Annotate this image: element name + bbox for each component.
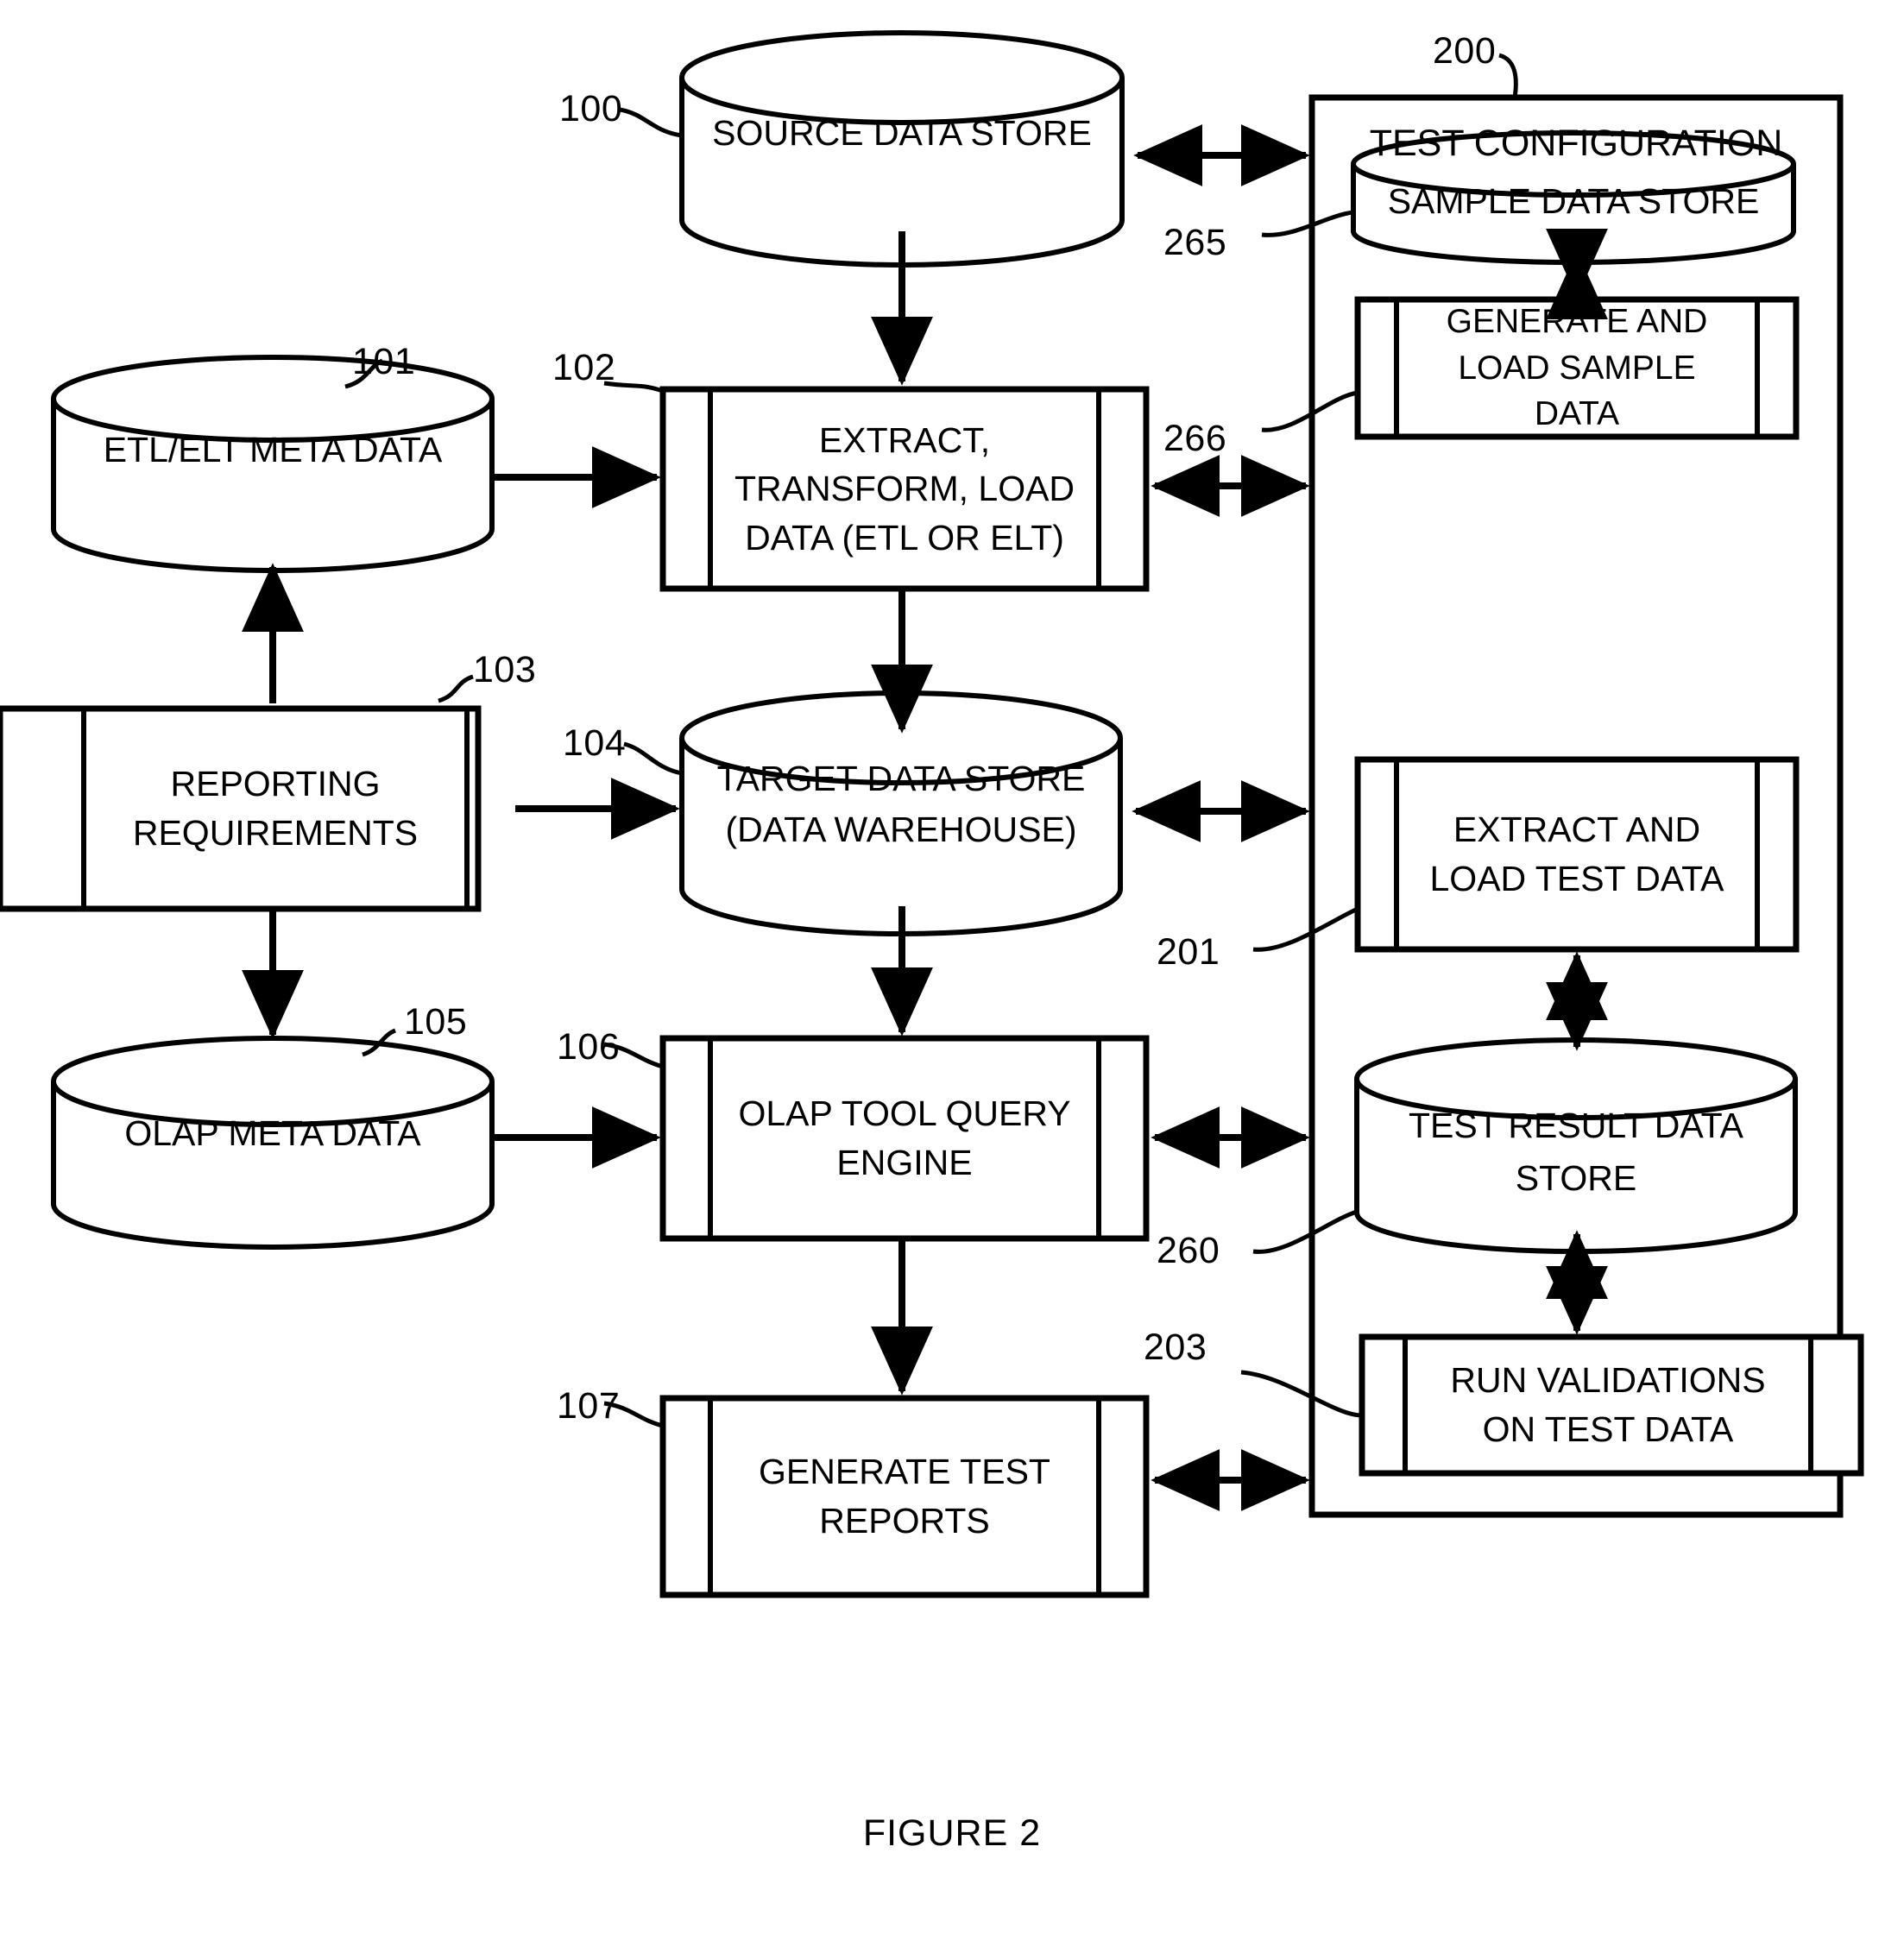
node-reporting-requirements	[0, 705, 482, 912]
label-olap-meta-data: OLAP META DATA	[124, 1113, 421, 1154]
ref-203: 203	[1144, 1327, 1207, 1368]
node-generate-load-sample-data	[1354, 296, 1800, 440]
figure-caption: FIGURE 2	[862, 1812, 1042, 1854]
label-test-result-data-store-clip: TEST RESULT DATA STORE	[1357, 1083, 1795, 1208]
diagram-canvas	[0, 30, 1864, 1598]
label-test-result-data-store: TEST RESULT DATA STORE	[1408, 1105, 1744, 1199]
ref-104: 104	[563, 722, 627, 764]
ref-200: 200	[1433, 30, 1497, 72]
ref-265: 265	[1163, 222, 1227, 263]
node-etl-process	[659, 386, 1150, 592]
ref-100: 100	[559, 88, 623, 129]
node-olap-query-engine	[659, 1035, 1150, 1242]
ref-105: 105	[404, 1001, 468, 1043]
ref-107: 107	[557, 1385, 621, 1427]
label-etl-meta-data: ETL/ELT META DATA	[103, 430, 443, 470]
label-target-data-store: TARGET DATA STORE (DATA WAREHOUSE)	[716, 758, 1086, 849]
label-sample-data-store: SAMPLE DATA STORE	[1387, 181, 1760, 222]
node-extract-load-test-data	[1354, 756, 1800, 953]
patent-figure-page: TEST CONFIGURATION 200 SOURCE DATA STORE…	[0, 0, 1904, 1941]
label-source-data-store: SOURCE DATA STORE	[712, 113, 1092, 154]
ref-266: 266	[1163, 418, 1227, 459]
ref-260: 260	[1157, 1230, 1220, 1271]
ref-201: 201	[1157, 931, 1220, 973]
ref-103: 103	[473, 649, 537, 690]
ref-102: 102	[552, 347, 616, 388]
node-generate-test-reports	[659, 1395, 1150, 1598]
node-run-validations	[1359, 1333, 1864, 1477]
ref-101: 101	[352, 341, 416, 382]
test-configuration-title: TEST CONFIGURATION	[1369, 123, 1783, 164]
ref-106: 106	[557, 1026, 621, 1068]
